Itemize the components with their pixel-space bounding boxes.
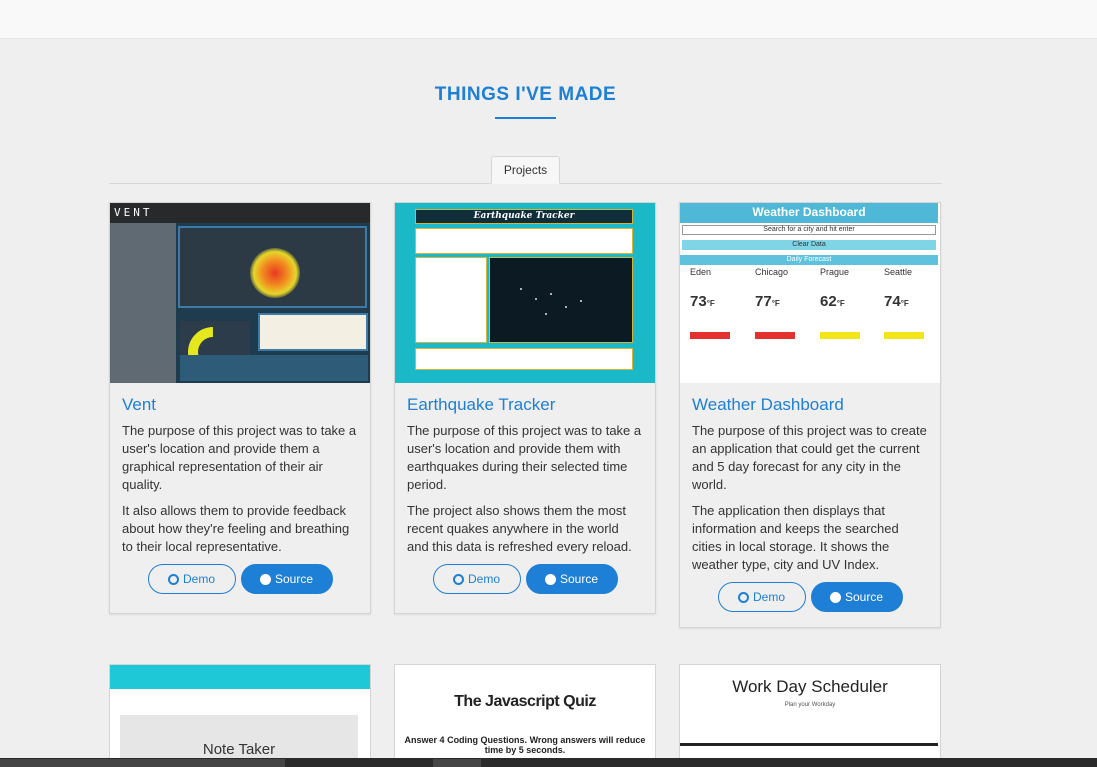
section-title: THINGS I'VE MADE bbox=[434, 84, 617, 105]
demo-button[interactable]: Demo bbox=[147, 564, 236, 594]
quake-dot bbox=[545, 313, 547, 315]
project-card-weather: Weather Dashboard Search for a city and … bbox=[679, 202, 941, 628]
uv-badge bbox=[755, 332, 795, 339]
forecast-city: Seattle bbox=[884, 267, 913, 277]
card-description: The application then displays that infor… bbox=[692, 503, 899, 572]
forecast-temp: 74°F bbox=[884, 293, 909, 310]
taskbar-item[interactable] bbox=[0, 759, 285, 767]
project-thumbnail[interactable]: Earthquake Tracker bbox=[395, 203, 655, 383]
forecast-temp: 73°F bbox=[690, 293, 715, 310]
top-nav-bar bbox=[0, 0, 1097, 39]
demo-label: Demo bbox=[182, 572, 215, 586]
title-underline bbox=[495, 117, 556, 119]
forecast-col: Prague 62°F bbox=[820, 267, 880, 339]
forecast-city: Prague bbox=[820, 267, 850, 277]
github-icon bbox=[544, 573, 556, 585]
thumb-footer bbox=[415, 348, 633, 370]
thumb-map bbox=[178, 226, 367, 308]
quake-dot bbox=[550, 293, 552, 295]
forecast-col: Seattle 74°F bbox=[884, 267, 940, 339]
thumb-sidebar bbox=[110, 223, 176, 383]
globe-icon bbox=[737, 591, 749, 603]
source-button[interactable]: Source bbox=[240, 564, 333, 594]
thumb-header-bar bbox=[110, 665, 370, 689]
card-title[interactable]: Vent bbox=[122, 395, 358, 415]
thumb-header: VENT bbox=[110, 203, 370, 223]
uv-badge bbox=[690, 332, 730, 339]
project-card-note-taker[interactable]: Note Taker bbox=[109, 664, 371, 767]
demo-button[interactable]: Demo bbox=[717, 582, 806, 612]
heatmap-blob bbox=[250, 248, 300, 298]
globe-icon bbox=[167, 573, 179, 585]
quake-dot bbox=[535, 298, 537, 300]
thumb-search: Search for a city and hit enter bbox=[682, 225, 936, 235]
forecast-temp: 62°F bbox=[820, 293, 845, 310]
forecast-col: Eden 73°F bbox=[690, 267, 750, 339]
project-card-work-day-scheduler[interactable]: Work Day Scheduler Plan your Workday bbox=[679, 664, 941, 767]
project-card-vent: VENT Vent The purpose of this project wa… bbox=[109, 202, 371, 614]
demo-label: Demo bbox=[752, 590, 785, 604]
card-title[interactable]: Weather Dashboard bbox=[692, 395, 928, 415]
card-description: The purpose of this project was to creat… bbox=[692, 423, 927, 492]
source-button[interactable]: Source bbox=[810, 582, 903, 612]
project-thumbnail[interactable]: Weather Dashboard Search for a city and … bbox=[680, 203, 940, 383]
forecast-city: Chicago bbox=[755, 267, 789, 277]
thumb-rows bbox=[180, 355, 368, 381]
thumb-table bbox=[415, 228, 633, 254]
quake-dot bbox=[580, 300, 582, 302]
uv-badge bbox=[884, 332, 924, 339]
uv-badge bbox=[820, 332, 860, 339]
thumb-title: Work Day Scheduler bbox=[732, 677, 888, 696]
thumb-map bbox=[489, 257, 633, 343]
card-description: It also allows them to provide feedback … bbox=[122, 503, 350, 554]
quake-dot bbox=[520, 288, 522, 290]
project-card-javascript-quiz[interactable]: The Javascript Quiz Answer 4 Coding Ques… bbox=[394, 664, 656, 767]
thumb-divider bbox=[680, 743, 938, 746]
thumb-title: The Javascript Quiz bbox=[454, 693, 596, 710]
source-button[interactable]: Source bbox=[525, 564, 618, 594]
project-thumbnail[interactable]: VENT bbox=[110, 203, 370, 383]
card-description: The project also shows them the most rec… bbox=[407, 503, 632, 554]
demo-button[interactable]: Demo bbox=[432, 564, 521, 594]
forecast-col: Chicago 77°F bbox=[755, 267, 815, 339]
thumb-subtitle: Answer 4 Coding Questions. Wrong answers… bbox=[404, 735, 646, 755]
source-label: Source bbox=[559, 572, 599, 586]
thumb-tip-box bbox=[258, 313, 368, 351]
thumb-header: Weather Dashboard bbox=[680, 203, 938, 223]
demo-label: Demo bbox=[467, 572, 500, 586]
tab-projects[interactable]: Projects bbox=[491, 156, 560, 184]
thumb-subtitle: Plan your Workday bbox=[784, 702, 836, 708]
quake-dot bbox=[565, 306, 567, 308]
github-icon bbox=[259, 573, 271, 585]
globe-icon bbox=[452, 573, 464, 585]
thumb-form bbox=[415, 257, 487, 343]
thumb-clear: Clear Data bbox=[682, 240, 936, 250]
forecast-city: Eden bbox=[690, 267, 712, 277]
card-description: The purpose of this project was to take … bbox=[407, 423, 642, 492]
thumb-forecast: Daily Forecast bbox=[680, 255, 938, 265]
github-icon bbox=[829, 591, 841, 603]
project-card-earthquake: Earthquake Tracker Earthquake Tracker Th… bbox=[394, 202, 656, 614]
source-label: Source bbox=[844, 590, 884, 604]
source-label: Source bbox=[274, 572, 314, 586]
taskbar-item[interactable] bbox=[433, 759, 481, 767]
thumb-header: Earthquake Tracker bbox=[415, 209, 633, 224]
card-title[interactable]: Earthquake Tracker bbox=[407, 395, 643, 415]
os-taskbar bbox=[0, 758, 1097, 767]
forecast-temp: 77°F bbox=[755, 293, 780, 310]
card-description: The purpose of this project was to take … bbox=[122, 423, 357, 492]
